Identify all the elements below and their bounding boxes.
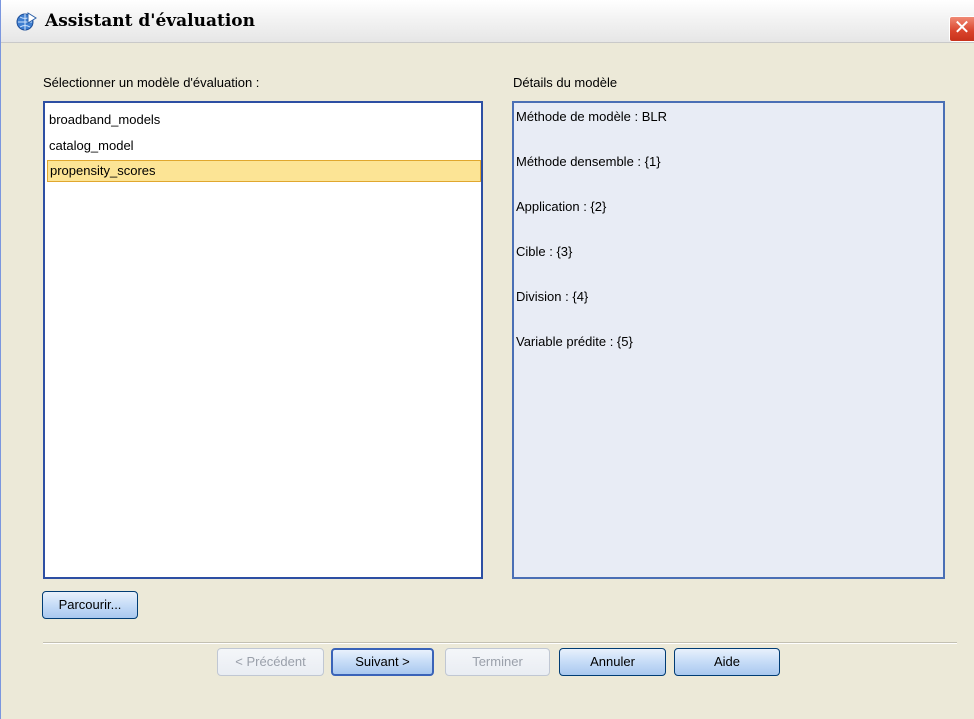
model-details-label: Détails du modèle [513, 75, 618, 90]
list-item[interactable]: catalog_model [47, 135, 134, 157]
close-button[interactable]: ✕ [949, 16, 974, 42]
next-button[interactable]: Suivant > [331, 648, 434, 676]
detail-line: Méthode densemble : {1} [516, 154, 661, 169]
model-details-panel: Méthode de modèle : BLR Méthode densembl… [512, 101, 945, 579]
detail-line: Méthode de modèle : BLR [516, 109, 668, 124]
model-listbox[interactable]: broadband_models catalog_model propensit… [43, 101, 483, 579]
detail-line: Division : {4} [516, 289, 589, 304]
detail-line: Cible : {3} [516, 244, 573, 259]
finish-button[interactable]: Terminer [445, 648, 550, 676]
browse-button[interactable]: Parcourir... [42, 591, 138, 619]
close-icon: ✕ [953, 17, 971, 39]
detail-line: Application : {2} [516, 199, 607, 214]
cancel-button[interactable]: Annuler [559, 648, 666, 676]
separator [43, 642, 957, 644]
model-list-label: Sélectionner un modèle d'évaluation : [43, 75, 260, 90]
previous-button[interactable]: < Précédent [217, 648, 324, 676]
evaluation-wizard-dialog: Assistant d'évaluation ✕ Sélectionner un… [0, 0, 974, 719]
help-button[interactable]: Aide [674, 648, 780, 676]
title-bar[interactable]: Assistant d'évaluation ✕ [1, 0, 974, 43]
globe-arrow-icon [16, 12, 37, 31]
list-item[interactable]: broadband_models [47, 109, 160, 131]
detail-line: Variable prédite : {5} [516, 334, 633, 349]
list-item-selected[interactable]: propensity_scores [47, 160, 481, 182]
window-title: Assistant d'évaluation [45, 11, 256, 31]
